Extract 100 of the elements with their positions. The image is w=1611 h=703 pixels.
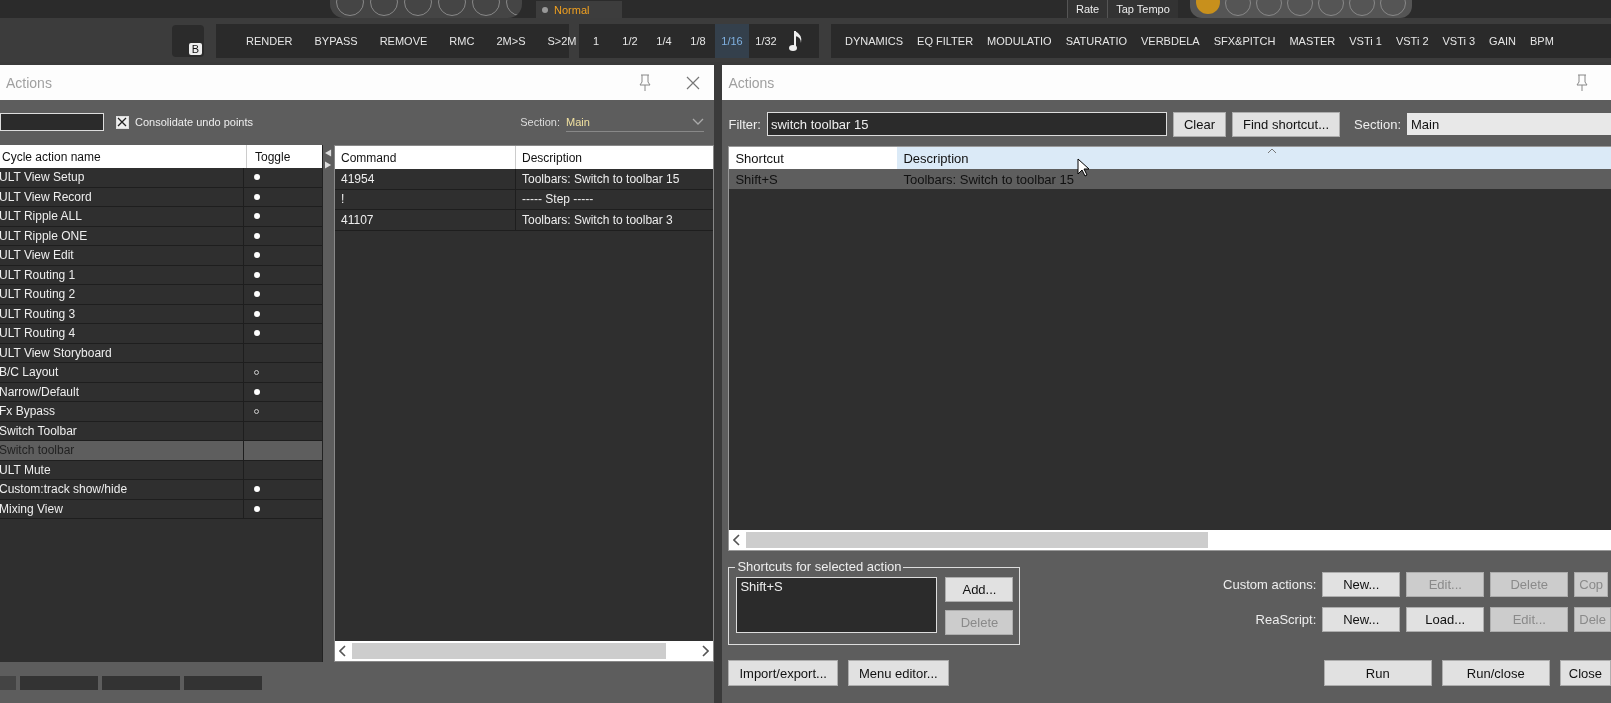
list-row[interactable]: ULT Ripple ONE	[0, 226, 322, 246]
list-row[interactable]: ULT View Edit	[0, 246, 322, 266]
checkbox[interactable]	[116, 115, 129, 129]
toolbar-button[interactable]: GAIN	[1489, 24, 1516, 58]
section-dropdown[interactable]: Main	[1407, 113, 1611, 135]
chevron-icon	[692, 117, 704, 126]
action-button[interactable]: Load...	[1406, 607, 1485, 632]
scroll-left-icon[interactable]	[339, 645, 347, 657]
column-header[interactable]: Shortcut	[729, 147, 898, 169]
collapse-arrow-icon[interactable]	[325, 149, 332, 157]
scrollbar-thumb[interactable]	[352, 643, 666, 659]
filter-field[interactable]	[0, 113, 104, 131]
toolbar-button[interactable]: VERBDELA	[1141, 24, 1200, 58]
dialog-button[interactable]: Run/close	[1441, 660, 1550, 686]
section-label: Section:	[520, 116, 560, 128]
toolbar-button[interactable]: DYNAMICS	[845, 24, 904, 58]
toolbar-button[interactable]: VSTi 3	[1442, 24, 1476, 58]
table-cell: 41954	[335, 169, 516, 189]
table-cell-text: Shift+S	[734, 170, 779, 189]
table-cell: ULT Ripple ALL	[0, 207, 244, 226]
toolbar-button[interactable]: MASTER	[1289, 24, 1336, 58]
column-header[interactable]: Cycle action name	[0, 145, 247, 168]
toolbar-button[interactable]: SATURATIO	[1065, 24, 1127, 58]
filter-field[interactable]: switch toolbar 15	[766, 112, 1167, 136]
table-cell: ULT Routing 4	[0, 324, 244, 343]
grid-button[interactable]: 1/16	[715, 24, 749, 58]
toolbar-button[interactable]: VSTi 2	[1395, 24, 1429, 58]
toolbar-button[interactable]: 2M>S	[496, 24, 526, 58]
toolbar-button[interactable]: REMOVE	[379, 24, 428, 58]
dialog-button[interactable]: Menu editor...	[847, 660, 949, 686]
add-button[interactable]: Add...	[945, 577, 1014, 602]
scroll-right-icon[interactable]	[701, 645, 709, 657]
column-header[interactable]: Command	[335, 146, 516, 169]
table-cell: Switch toolbar	[0, 441, 244, 460]
toolbar-button[interactable]: MODULATIO	[987, 24, 1052, 58]
toolbar-button[interactable]: RENDER	[246, 24, 293, 58]
ab-toggle-button[interactable]: B	[172, 25, 204, 57]
list-row[interactable]: B/C Layout	[0, 363, 322, 383]
scroll-left-icon[interactable]	[733, 534, 742, 546]
window-title: Actions	[6, 74, 53, 91]
pin-icon[interactable]	[638, 73, 652, 92]
list-row[interactable]: ULT Routing 4	[0, 324, 322, 344]
list-row[interactable]: Custom:track show/hide	[0, 480, 322, 500]
filter-label: Filter:	[728, 116, 761, 132]
tempo-button[interactable]: Tap Tempo	[1107, 0, 1178, 18]
table-cell: ULT Routing 1	[0, 265, 244, 284]
horizontal-scrollbar[interactable]	[335, 641, 713, 661]
table-cell: ULT Mute	[0, 460, 244, 479]
action-button[interactable]: New...	[1322, 572, 1401, 597]
list-row[interactable]: ULT Mute	[0, 460, 322, 480]
dialog-button[interactable]: Close	[1559, 660, 1611, 686]
table-cell: ULT View Setup	[0, 168, 244, 187]
table-cell: Mixing View	[0, 499, 244, 518]
toolbar-button[interactable]: BYPASS	[314, 24, 358, 58]
clear-button[interactable]: Clear	[1172, 111, 1227, 137]
table-cell: ULT View Record	[0, 187, 244, 206]
grid-button[interactable]: 1/8	[681, 24, 715, 58]
list-row[interactable]: ULT Routing 3	[0, 304, 322, 324]
toolbar-button[interactable]: EQ FILTER	[917, 24, 974, 58]
action-button[interactable]: New...	[1322, 607, 1401, 632]
shortcut-item[interactable]: Shift+S	[740, 579, 783, 594]
toolbar-button[interactable]: S>2M	[547, 24, 577, 58]
list-row[interactable]: ULT View Record	[0, 187, 322, 207]
column-header[interactable]: Description	[516, 146, 713, 169]
toolbar-button[interactable]: VSTi 1	[1349, 24, 1382, 58]
dialog-button[interactable]: Import/export...	[728, 660, 838, 686]
list-row[interactable]: Fx Bypass	[0, 402, 322, 422]
scrollbar-thumb[interactable]	[746, 532, 1209, 548]
toolbar-button[interactable]: BPM	[1530, 24, 1554, 58]
list-row[interactable]: ULT Routing 2	[0, 285, 322, 305]
table-cell: ULT Routing 3	[0, 304, 244, 323]
list-row[interactable]: ULT Routing 1	[0, 265, 322, 285]
row-label: Custom actions:	[1222, 577, 1317, 592]
group-title: Shortcuts for selected action	[735, 559, 904, 574]
tempo-button[interactable]: Rate	[1067, 0, 1108, 18]
list-row[interactable]: ULT View Storyboard	[0, 343, 322, 363]
grid-button[interactable]: 1/4	[647, 24, 681, 58]
pin-icon[interactable]	[1575, 73, 1589, 92]
dialog-button[interactable]: Run	[1323, 660, 1432, 686]
table-cell: 41107	[335, 210, 516, 230]
column-header[interactable]: Toggle	[247, 145, 322, 168]
grid-button[interactable]: 1/2	[613, 24, 647, 58]
expand-arrow-icon[interactable]	[325, 161, 332, 169]
grid-button[interactable]: 1/32	[749, 24, 783, 58]
toolbar-button[interactable]: SFX&PITCH	[1213, 24, 1276, 58]
list-row[interactable]: ULT View Setup	[0, 168, 322, 188]
table-cell: Custom:track show/hide	[0, 480, 244, 499]
find-shortcut-button[interactable]: Find shortcut...	[1232, 111, 1340, 137]
horizontal-scrollbar[interactable]	[729, 530, 1611, 550]
close-icon[interactable]	[686, 75, 700, 90]
grid-button[interactable]: 1	[579, 24, 613, 58]
section-dropdown[interactable]: Main	[566, 112, 704, 132]
list-row[interactable]: ULT Ripple ALL	[0, 207, 322, 227]
column-header[interactable]: Description	[897, 147, 1611, 169]
checkbox-label: Consolidate undo points	[135, 116, 254, 128]
list-row[interactable]: Narrow/Default	[0, 382, 322, 402]
toolbar-button[interactable]: RMC	[449, 24, 475, 58]
table-cell: ULT Ripple ONE	[0, 226, 244, 245]
table-cell: B/C Layout	[0, 363, 244, 382]
list-row[interactable]: Mixing View	[0, 499, 322, 519]
